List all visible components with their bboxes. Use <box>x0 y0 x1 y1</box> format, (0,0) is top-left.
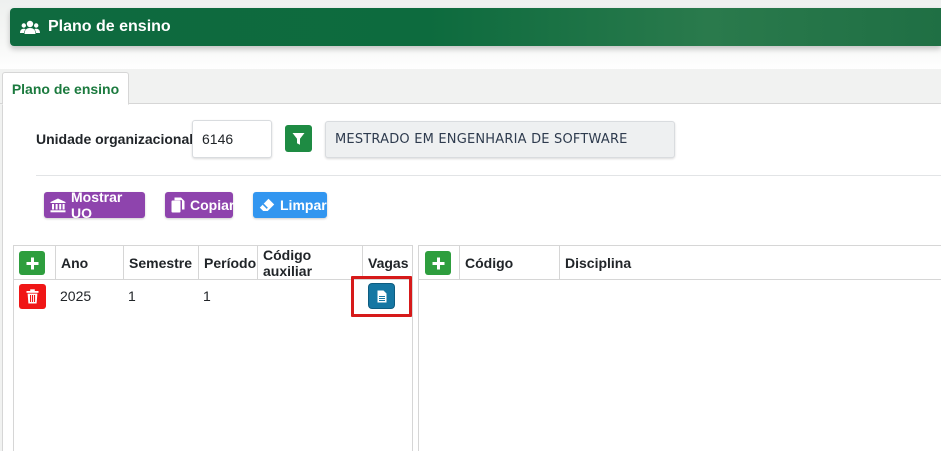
mostrar-uo-button[interactable]: Mostrar UO <box>44 189 145 221</box>
vagas-highlight-box <box>351 276 412 317</box>
tab-plano-de-ensino[interactable]: Plano de ensino <box>2 72 129 105</box>
add-column-header <box>419 246 459 279</box>
eraser-icon <box>259 198 275 212</box>
column-header-codigo[interactable]: Código <box>459 246 559 279</box>
column-header-disciplina[interactable]: Disciplina <box>559 246 941 279</box>
cell-semestre: 1 <box>128 288 136 304</box>
add-disciplina-button[interactable] <box>425 251 451 275</box>
page-title: Plano de ensino <box>48 18 171 35</box>
column-header-ano[interactable]: Ano <box>55 246 123 279</box>
cell-periodo: 1 <box>203 288 211 304</box>
column-header-semestre[interactable]: Semestre <box>123 246 198 279</box>
copiar-button[interactable]: Copiar <box>165 192 235 218</box>
disciplina-table-header: Código Disciplina <box>419 246 941 280</box>
cell-ano: 2025 <box>60 288 92 304</box>
uo-name-field: MESTRADO EM ENGENHARIA DE SOFTWARE <box>325 121 675 158</box>
trash-icon <box>26 289 39 304</box>
uo-code-input[interactable]: 6146 <box>192 120 272 158</box>
disciplina-table: Código Disciplina <box>418 245 941 451</box>
plus-icon <box>26 257 39 270</box>
plus-icon <box>432 257 445 270</box>
column-header-periodo[interactable]: Período <box>198 246 257 279</box>
copiar-label: Copiar <box>190 197 235 213</box>
page-header: Plano de ensino <box>10 8 941 46</box>
users-icon <box>20 19 40 35</box>
limpar-button[interactable]: Limpar <box>253 192 327 218</box>
uo-label: Unidade organizacional: <box>36 131 198 147</box>
plano-table-header: Ano Semestre Período Código auxiliar Vag… <box>14 246 412 280</box>
delete-row-button[interactable] <box>19 284 46 309</box>
column-header-codigo-auxiliar[interactable]: Código auxiliar <box>257 246 362 279</box>
add-column-header <box>14 246 55 279</box>
column-header-vagas[interactable]: Vagas <box>362 246 412 279</box>
mostrar-uo-label: Mostrar UO <box>71 189 123 221</box>
filter-icon <box>292 132 305 146</box>
plano-table: Ano Semestre Período Código auxiliar Vag… <box>13 245 413 451</box>
copy-icon <box>171 197 185 213</box>
form-divider <box>36 175 941 176</box>
filter-button[interactable] <box>285 125 312 152</box>
add-plano-button[interactable] <box>19 251 45 275</box>
tab-label: Plano de ensino <box>11 80 120 97</box>
bank-icon <box>50 198 66 213</box>
limpar-label: Limpar <box>280 197 327 213</box>
